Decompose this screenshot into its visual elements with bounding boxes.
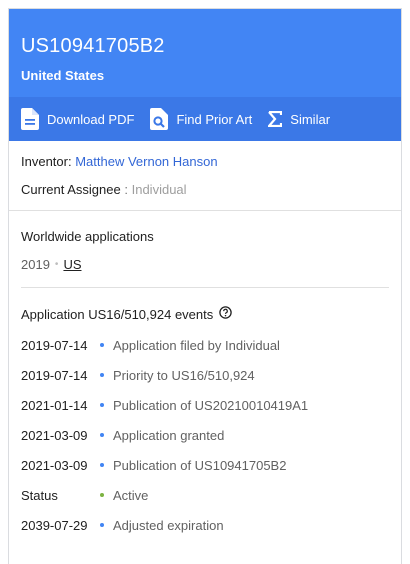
pdf-file-icon <box>21 108 39 130</box>
event-text: Publication of US10941705B2 <box>113 457 287 473</box>
event-text: Application granted <box>113 427 225 443</box>
action-toolbar: Download PDF Find Prior Art Similar <box>9 97 401 141</box>
timeline-dot <box>97 458 107 472</box>
event-date: 2039-07-29 <box>21 517 88 533</box>
events-section: Application US16/510,924 events 2019-07-… <box>9 288 401 533</box>
event-row: 2021-03-09 Application granted <box>21 427 389 443</box>
sigma-icon <box>268 111 283 127</box>
status-dot <box>97 488 107 502</box>
event-row: 2021-01-14 Publication of US20210010419A… <box>21 397 389 413</box>
event-row: 2039-07-29 Adjusted expiration <box>21 517 389 533</box>
events-title: Application US16/510,924 events <box>21 306 214 322</box>
patent-card: US10941705B2 United States Download PDF … <box>8 8 402 564</box>
find-prior-art-button[interactable]: Find Prior Art <box>150 108 252 130</box>
event-text: Adjusted expiration <box>113 517 224 533</box>
status-label: Status <box>21 487 58 503</box>
worldwide-title: Worldwide applications <box>21 229 154 244</box>
event-text: Publication of US20210010419A1 <box>113 397 309 413</box>
event-date: 2021-03-09 <box>21 457 88 473</box>
assignee-value: Individual <box>131 182 187 197</box>
event-row: 2019-07-14 Priority to US16/510,924 <box>21 367 389 383</box>
assignee-row: Current Assignee : Individual <box>21 182 389 198</box>
timeline-dot <box>97 368 107 382</box>
assignee-separator: : <box>124 182 128 197</box>
patent-number: US10941705B2 <box>21 35 165 57</box>
status-row: Status Active <box>21 487 389 503</box>
patent-header: US10941705B2 United States <box>9 9 401 97</box>
status-value: Active <box>113 487 149 503</box>
similar-label: Similar <box>290 111 331 127</box>
event-date: 2021-03-09 <box>21 427 88 443</box>
event-date: 2019-07-14 <box>21 367 88 383</box>
worldwide-year: 2019 <box>21 257 50 272</box>
event-date: 2019-07-14 <box>21 337 88 353</box>
people-section: Inventor: Matthew Vernon Hanson Current … <box>9 141 401 211</box>
inventor-link[interactable]: Matthew Vernon Hanson <box>75 154 217 169</box>
event-text: Application filed by Individual <box>113 337 280 353</box>
timeline-dot <box>97 518 107 532</box>
timeline-dot <box>97 338 107 352</box>
event-text: Priority to US16/510,924 <box>113 367 255 383</box>
event-row: 2019-07-14 Application filed by Individu… <box>21 337 389 353</box>
help-icon[interactable] <box>219 306 232 322</box>
inventor-row: Inventor: Matthew Vernon Hanson <box>21 154 389 170</box>
separator-dot: • <box>54 259 59 270</box>
inventor-label: Inventor: <box>21 154 72 169</box>
worldwide-row: 2019 • US <box>21 257 389 272</box>
document-search-icon <box>150 108 169 130</box>
event-date: 2021-01-14 <box>21 397 88 413</box>
patent-country: United States <box>21 68 105 83</box>
similar-button[interactable]: Similar <box>268 111 330 127</box>
assignee-label: Current Assignee <box>21 182 121 197</box>
event-row: 2021-03-09 Publication of US10941705B2 <box>21 457 389 473</box>
events-title-row: Application US16/510,924 events <box>21 306 389 322</box>
download-pdf-label: Download PDF <box>47 111 135 127</box>
worldwide-section: Worldwide applications 2019 • US <box>21 211 389 288</box>
download-pdf-button[interactable]: Download PDF <box>21 108 134 130</box>
timeline-dot <box>97 428 107 442</box>
find-prior-art-label: Find Prior Art <box>176 111 253 127</box>
timeline-dot <box>97 398 107 412</box>
worldwide-country-link[interactable]: US <box>63 257 81 272</box>
